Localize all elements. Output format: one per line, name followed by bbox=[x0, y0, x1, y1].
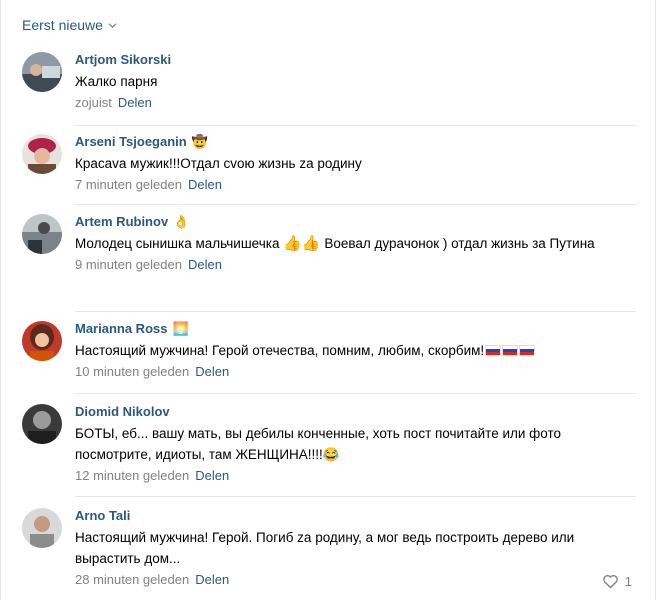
comment-time[interactable]: 12 minuten geleden bbox=[75, 467, 189, 485]
sort-dropdown[interactable]: Eerst nieuwe bbox=[22, 17, 117, 33]
status-emoji: 👌 bbox=[173, 214, 190, 229]
sort-label: Eerst nieuwe bbox=[22, 17, 103, 33]
divider bbox=[75, 311, 636, 312]
laughing-emoji: 😂 bbox=[322, 447, 340, 462]
like-button[interactable]: 1 bbox=[602, 574, 632, 589]
avatar[interactable] bbox=[22, 134, 62, 174]
comment-author[interactable]: Arseni Tsjoeganin 🤠 bbox=[75, 134, 636, 150]
share-link[interactable]: Delen bbox=[195, 571, 229, 589]
comment-time[interactable]: 10 minuten geleden bbox=[75, 363, 189, 381]
avatar[interactable] bbox=[22, 508, 62, 548]
avatar[interactable] bbox=[22, 214, 62, 254]
thumbs-up-emoji: 👍👍 bbox=[283, 235, 321, 252]
comment-text: Настоящий мужчина! Герой отечества, помн… bbox=[75, 340, 636, 361]
comment-text: Красаva мужик!!!Отдал cvою жизнь zа роди… bbox=[75, 156, 362, 171]
status-emoji: 🤠 bbox=[191, 134, 208, 149]
status-emoji: 🌅 bbox=[172, 321, 189, 336]
russia-flag-icon bbox=[519, 345, 536, 356]
russia-flag-icon bbox=[485, 345, 502, 356]
comment-time[interactable]: 7 minuten geleden bbox=[75, 176, 182, 194]
share-link[interactable]: Delen bbox=[195, 363, 229, 381]
divider bbox=[75, 125, 636, 126]
comment-author[interactable]: Artem Rubinov 👌 bbox=[75, 214, 636, 230]
comment-time[interactable]: 9 minuten geleden bbox=[75, 256, 182, 274]
comment-text: Настоящий мужчина! Герой. Погиб zа родин… bbox=[75, 530, 575, 566]
divider bbox=[75, 496, 636, 497]
comment-time[interactable]: 28 minuten geleden bbox=[75, 571, 189, 589]
divider bbox=[75, 204, 636, 205]
share-link[interactable]: Delen bbox=[188, 176, 222, 194]
avatar[interactable] bbox=[22, 52, 62, 92]
share-link[interactable]: Delen bbox=[118, 94, 152, 112]
comment-text: Жалко парня bbox=[75, 74, 158, 89]
comment-time[interactable]: zojuist bbox=[75, 94, 112, 112]
comment-author[interactable]: Marianna Ross 🌅 bbox=[75, 321, 636, 337]
comment-author[interactable]: Arno Tali bbox=[75, 508, 636, 524]
chevron-down-icon bbox=[108, 22, 117, 28]
comment-author[interactable]: Diomid Nikolov bbox=[75, 404, 636, 420]
avatar[interactable] bbox=[22, 404, 62, 444]
like-count: 1 bbox=[624, 574, 632, 589]
divider bbox=[75, 393, 636, 394]
heart-icon bbox=[602, 575, 618, 589]
russia-flag-icon bbox=[502, 345, 519, 356]
panel-border-left bbox=[0, 0, 1, 600]
comment-text: Молодец сынишка мальчишечка 👍👍 Воевал ду… bbox=[75, 235, 595, 252]
comment-text: БОТЫ, еб... вашу мать, вы дебилы конченн… bbox=[75, 426, 562, 462]
avatar[interactable] bbox=[22, 321, 62, 361]
comment-author[interactable]: Artjom Sikorski bbox=[75, 52, 636, 68]
share-link[interactable]: Delen bbox=[188, 256, 222, 274]
share-link[interactable]: Delen bbox=[195, 467, 229, 485]
